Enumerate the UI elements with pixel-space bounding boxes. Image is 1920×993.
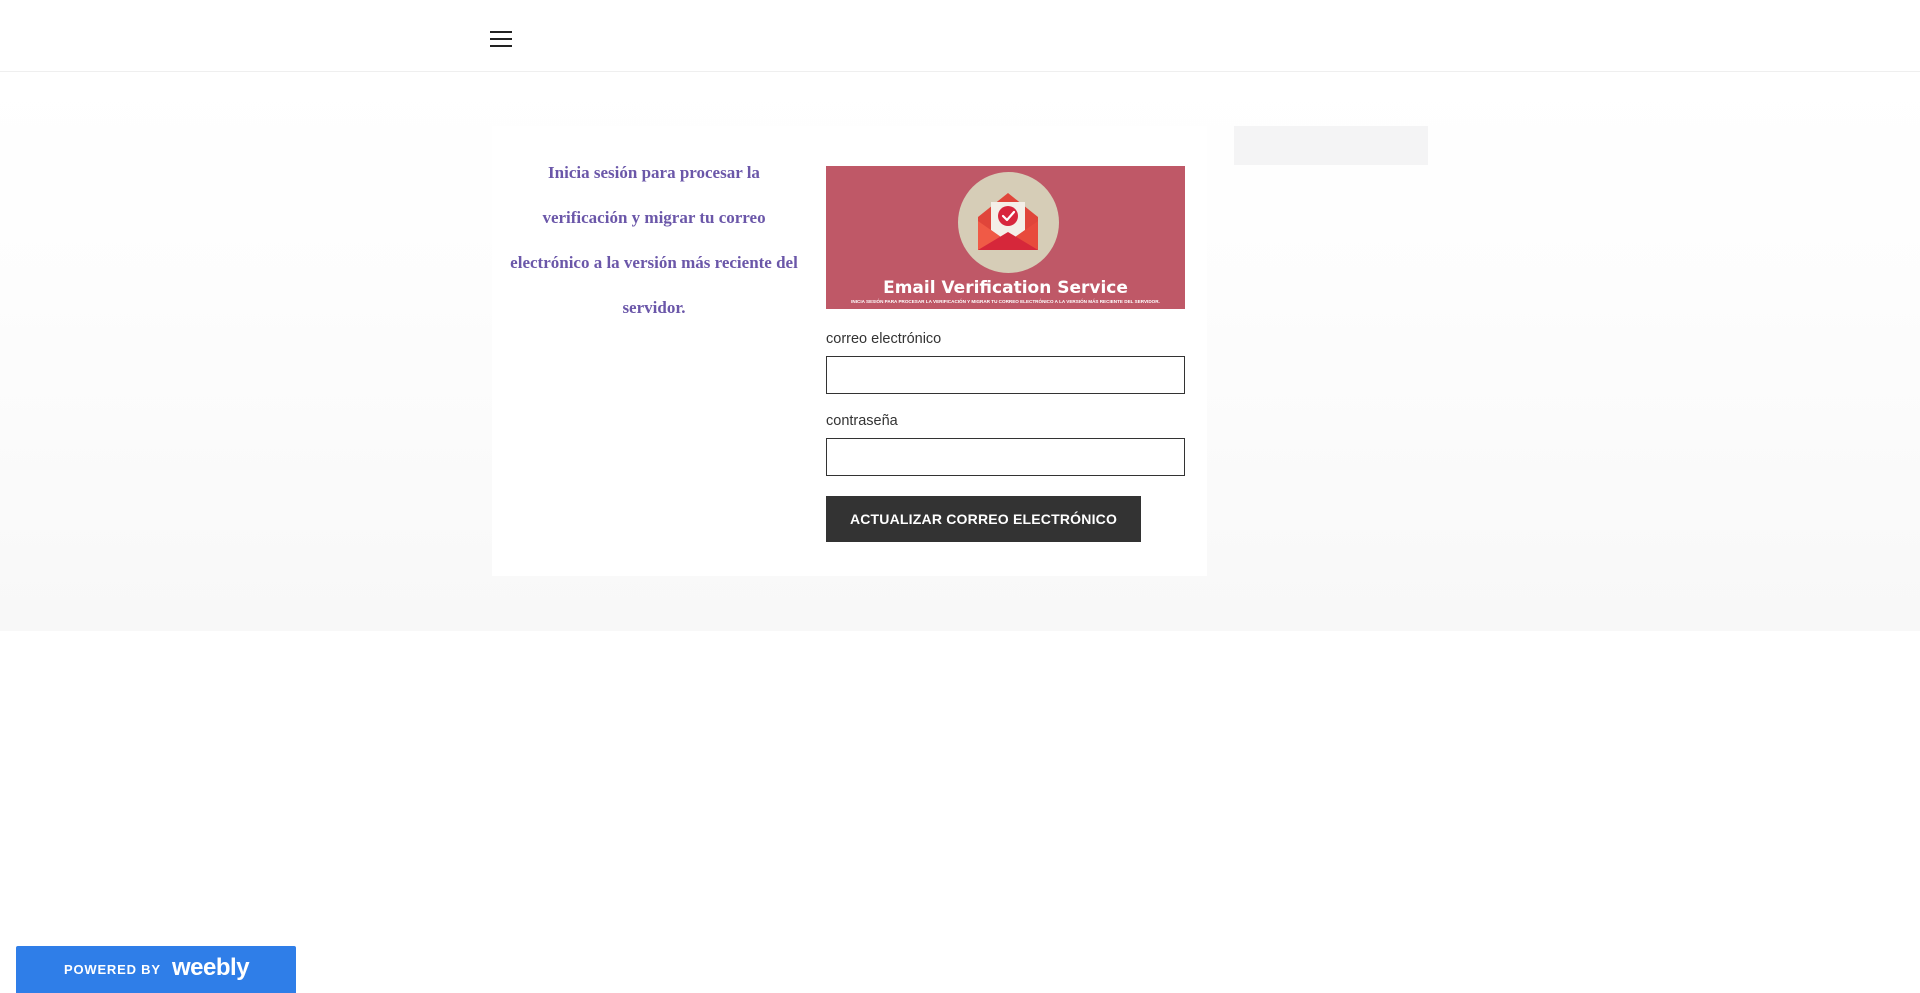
intro-text: Inicia sesión para procesar la verificac… (510, 163, 798, 317)
email-verification-banner: Email Verification Service INICIA SESIÓN… (826, 166, 1185, 309)
email-input[interactable] (826, 356, 1185, 394)
powered-by-weebly-badge[interactable]: POWERED BY weebly (16, 946, 296, 993)
powered-by-text: POWERED BY (64, 962, 161, 977)
password-label: contraseña (826, 413, 898, 429)
weebly-logo: weebly (172, 954, 250, 981)
banner-subtitle: INICIA SESIÓN PARA PROCESAR LA VERIFICAC… (851, 299, 1160, 304)
banner-title: Email Verification Service (883, 278, 1128, 298)
email-label: correo electrónico (826, 331, 942, 347)
update-email-button[interactable]: ACTUALIZAR CORREO ELECTRÓNICO (826, 496, 1141, 542)
hamburger-menu-icon[interactable] (490, 31, 512, 47)
site-header (0, 0, 1920, 72)
password-input[interactable] (826, 438, 1185, 476)
sidebar-placeholder (1234, 126, 1428, 165)
